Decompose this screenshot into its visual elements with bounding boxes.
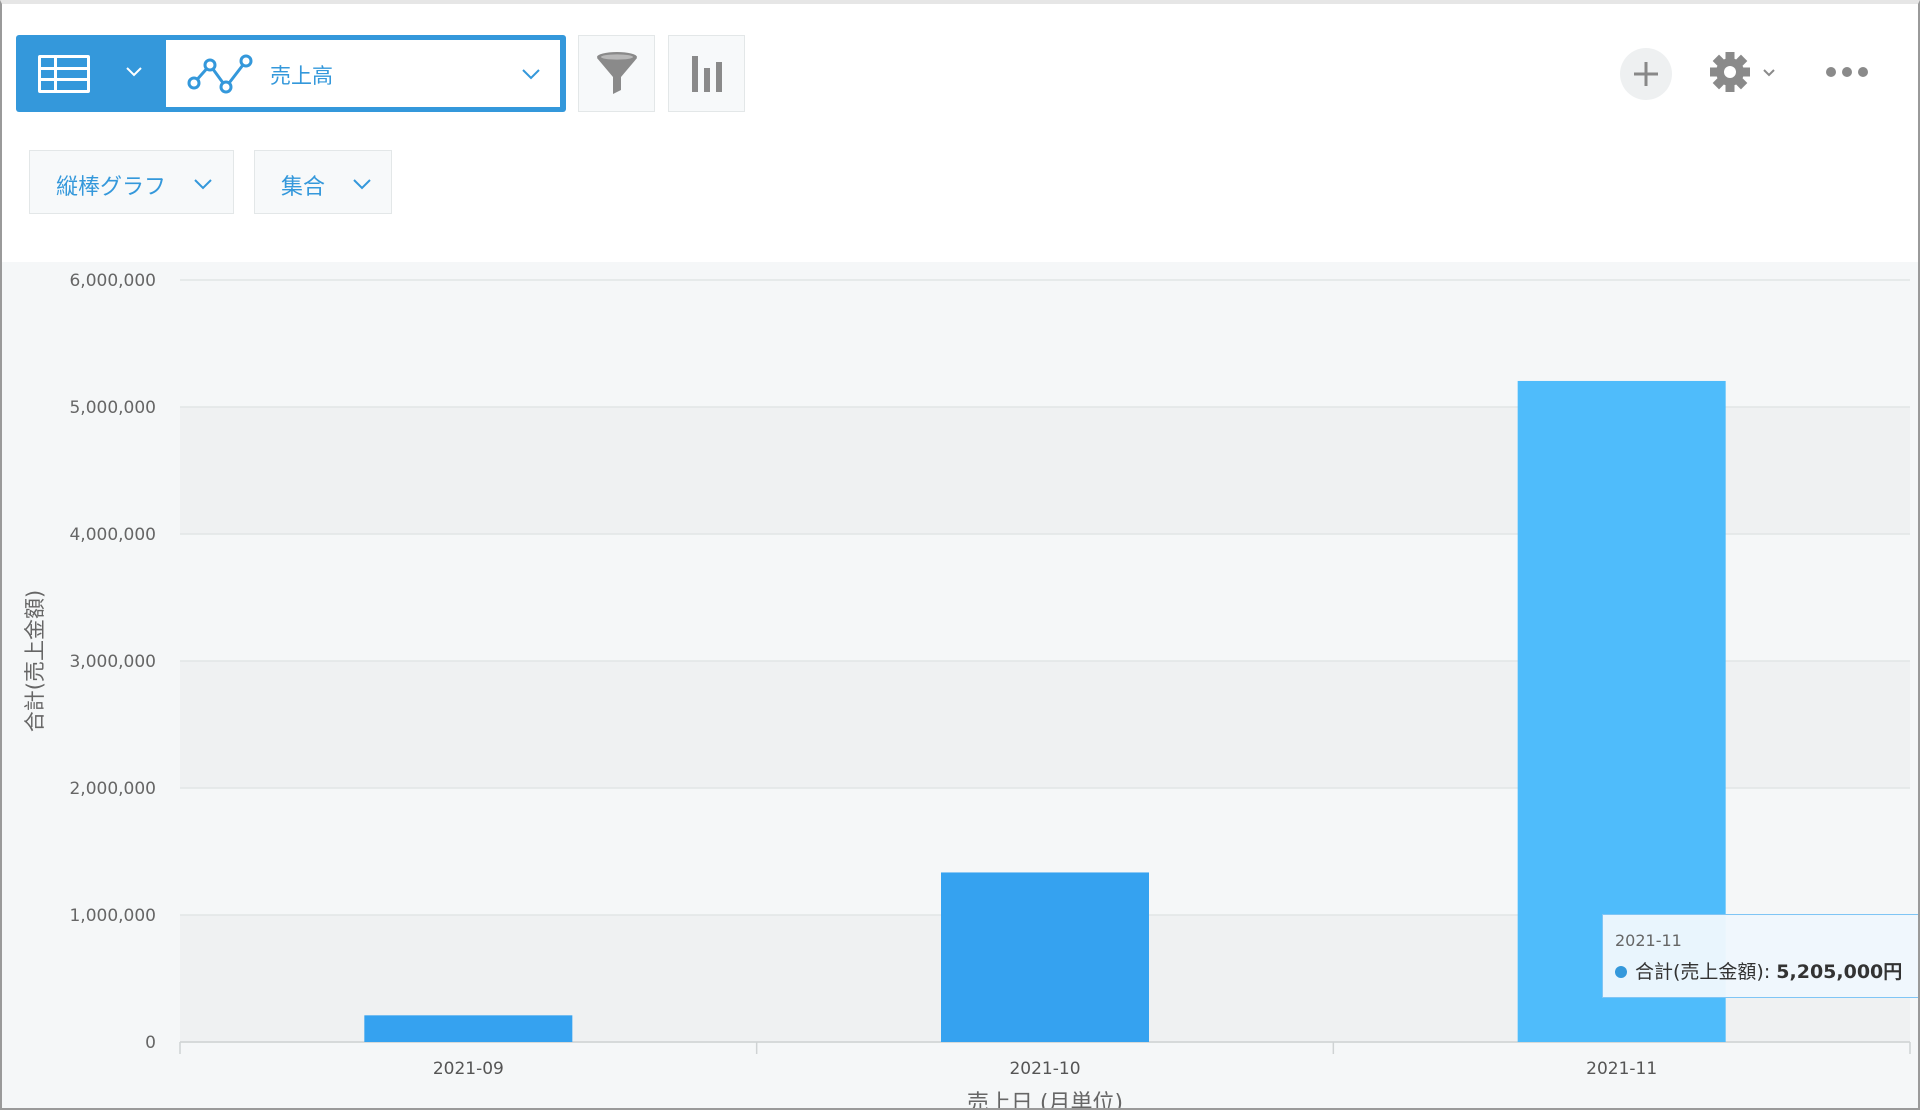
settings-button[interactable] <box>1708 50 1780 98</box>
aggregation-label: 集合 <box>281 175 326 200</box>
y-tick-label: 3,000,000 <box>69 652 156 672</box>
gear-icon <box>1710 52 1775 92</box>
y-tick-label: 2,000,000 <box>69 779 156 799</box>
bar-2021-09 <box>364 1015 573 1042</box>
chart-tooltip: 2021-11 合計(売上金額): 5,205,000円 <box>1602 914 1918 998</box>
y-tick-label: 5,000,000 <box>69 398 156 418</box>
y-axis-title: 合計(売上金額) <box>23 590 47 732</box>
chevron-down-icon <box>126 67 142 77</box>
tooltip-value: 5,205,000円 <box>1776 961 1903 983</box>
line-graph-icon <box>187 54 253 94</box>
y-tick-label: 6,000,000 <box>69 271 156 291</box>
chart-type-dropdown[interactable]: 縦棒グラフ <box>29 150 234 214</box>
view-selector-group: 売上高 <box>16 35 566 112</box>
x-tick-label: 2021-09 <box>433 1059 504 1079</box>
bar-2021-10 <box>941 872 1149 1042</box>
x-axis-title: 売上日 (月単位) <box>967 1091 1123 1110</box>
aggregation-dropdown[interactable]: 集合 <box>254 150 392 214</box>
more-options-button[interactable] <box>1824 60 1870 84</box>
filter-button[interactable] <box>578 35 655 112</box>
y-tick-label: 0 <box>145 1033 156 1053</box>
chevron-down-icon <box>522 69 540 80</box>
bar-chart-icon <box>691 55 722 92</box>
y-tick-label: 1,000,000 <box>69 906 156 926</box>
tooltip-category: 2021-11 <box>1615 931 1682 950</box>
x-tick-label: 2021-11 <box>1586 1059 1657 1079</box>
chevron-down-icon <box>353 179 371 190</box>
chart-settings-button[interactable] <box>668 35 745 112</box>
add-button[interactable] <box>1620 48 1672 100</box>
chevron-down-icon <box>194 179 212 190</box>
view-type-dropdown[interactable] <box>16 35 166 112</box>
x-tick-label: 2021-10 <box>1009 1059 1080 1079</box>
table-icon <box>38 55 90 93</box>
y-tick-label: 4,000,000 <box>69 525 156 545</box>
series-dot-icon <box>1615 966 1627 978</box>
plus-icon <box>1634 62 1658 86</box>
tooltip-series: 合計(売上金額) <box>1635 961 1764 983</box>
graph-name: 売上高 <box>270 64 333 88</box>
more-icon <box>1826 67 1868 77</box>
chart-type-label: 縦棒グラフ <box>56 175 167 200</box>
graph-select[interactable]: 売上高 <box>166 40 560 107</box>
app-window: 売上高 縦棒グラフ 集合 0 1,000,000 2,000,000 3,000… <box>0 0 1920 1110</box>
tooltip-row: 合計(売上金額): 5,205,000円 <box>1615 957 1902 984</box>
filter-icon <box>596 51 637 94</box>
